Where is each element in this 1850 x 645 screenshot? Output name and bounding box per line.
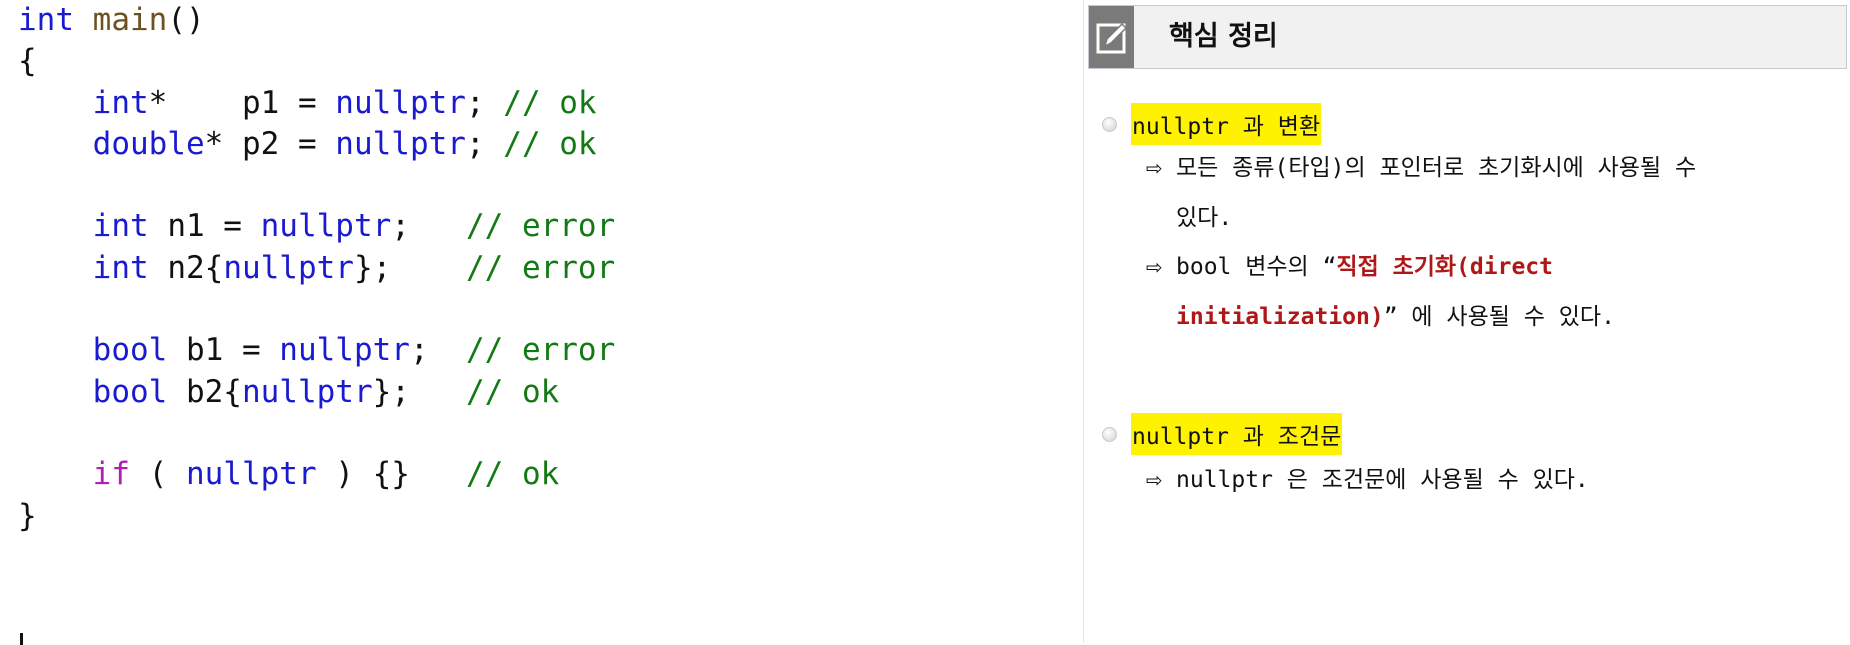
item-text: 있다. — [1176, 205, 1233, 231]
heading-text: nullptr 과 변환 — [1131, 103, 1322, 145]
comment-token: // ok — [465, 373, 560, 410]
arrow-icon: ⇨ — [1146, 468, 1163, 492]
keyword-token: nullptr — [279, 332, 410, 369]
edit-pencil-icon — [1089, 6, 1134, 68]
summary-panel: 핵심 정리 nullptr 과 변환 ⇨ 모든 종류(타입)의 포인터로 초기화시… — [1088, 0, 1850, 643]
keyword-token: bool — [92, 332, 168, 369]
item-text: bool 변수의 “ — [1176, 254, 1337, 280]
code-line: int main() — [18, 0, 615, 41]
code-token: ; — [391, 208, 466, 245]
comment-token: // error — [465, 208, 616, 245]
code-token: ( — [129, 456, 186, 493]
comment-token: // ok — [503, 125, 597, 162]
code-line: double* p2 = nullptr; // ok — [18, 124, 615, 165]
section-heading: nullptr 과 조건문 — [1102, 413, 1343, 455]
code-line: int n1 = nullptr; // error — [18, 206, 616, 247]
arrow-icon: ⇨ — [1146, 255, 1163, 279]
keyword-token: nullptr — [185, 456, 317, 493]
list-item: ⇨ 모든 종류(타입)의 포인터로 초기화시에 사용될 수 있다. — [1146, 143, 1696, 243]
keyword-token: int — [92, 249, 149, 286]
code-line: } — [18, 496, 615, 537]
keyword-token: nullptr — [241, 373, 373, 410]
item-text: 모든 종류(타입)의 포인터로 초기화시에 사용될 수 — [1176, 155, 1697, 181]
code-line: int* p1 = nullptr; // ok — [18, 83, 615, 124]
code-line: if ( nullptr ) {} // ok — [18, 454, 615, 495]
code-line: { — [18, 41, 615, 82]
code-token: ) {} — [316, 456, 466, 493]
code-token: }; — [372, 373, 466, 410]
comment-token: // ok — [503, 84, 597, 121]
code-token: b2{ — [167, 373, 242, 410]
keyword-token: nullptr — [335, 125, 466, 162]
arrow-icon: ⇨ — [1146, 156, 1163, 180]
list-item: ⇨ nullptr 은 조건문에 사용될 수 있다. — [1146, 455, 1589, 505]
code-token: ; — [465, 84, 504, 121]
code-token: * p2 = — [204, 125, 336, 162]
keyword-token: int — [92, 208, 149, 245]
keyword-token: bool — [92, 373, 168, 410]
code-editor[interactable]: int main(){ int* p1 = nullptr; // ok dou… — [18, 0, 615, 537]
comment-token: // error — [465, 249, 616, 286]
comment-token: // error — [465, 332, 616, 369]
emphasis-text: 직접 초기화(direct — [1336, 254, 1553, 280]
heading-text: nullptr 과 조건문 — [1131, 413, 1343, 455]
code-token: ; — [465, 125, 504, 162]
code-line: int n2{nullptr}; // error — [18, 248, 616, 289]
keyword-token: int — [92, 84, 149, 121]
comment-token: // ok — [465, 456, 560, 493]
code-token: } — [18, 497, 37, 534]
code-token: n2{ — [148, 249, 224, 286]
code-token: { — [18, 43, 37, 80]
item-text: nullptr 은 조건문에 사용될 수 있다. — [1176, 467, 1589, 493]
code-line: bool b1 = nullptr; // error — [18, 330, 616, 371]
code-token: n1 = — [148, 208, 261, 245]
keyword-token: int — [18, 2, 74, 38]
bullet-icon — [1102, 426, 1117, 442]
control-token: if — [92, 456, 130, 493]
code-token: () — [167, 2, 205, 38]
list-item: ⇨ bool 변수의 “직접 초기화(direct initialization)… — [1146, 242, 1615, 342]
code-token: }; — [353, 249, 466, 286]
keyword-token: nullptr — [335, 84, 466, 121]
section-heading: nullptr 과 변환 — [1102, 103, 1322, 145]
summary-header: 핵심 정리 — [1088, 5, 1847, 69]
keyword-token: double — [92, 125, 205, 162]
emphasis-text: initialization) — [1176, 304, 1384, 330]
bullet-icon — [1102, 116, 1117, 132]
code-line: bool b2{nullptr}; // ok — [18, 372, 615, 413]
keyword-token: nullptr — [260, 208, 392, 245]
code-token: ; — [409, 332, 466, 369]
code-token: b1 = — [167, 332, 280, 369]
function-token: main — [92, 2, 168, 38]
divider — [1083, 0, 1084, 643]
code-token: * p1 = — [148, 84, 336, 121]
summary-title: 핵심 정리 — [1169, 21, 1278, 52]
item-text: ” 에 사용될 수 있다. — [1383, 304, 1615, 330]
keyword-token: nullptr — [223, 249, 354, 286]
text-cursor — [20, 633, 23, 645]
